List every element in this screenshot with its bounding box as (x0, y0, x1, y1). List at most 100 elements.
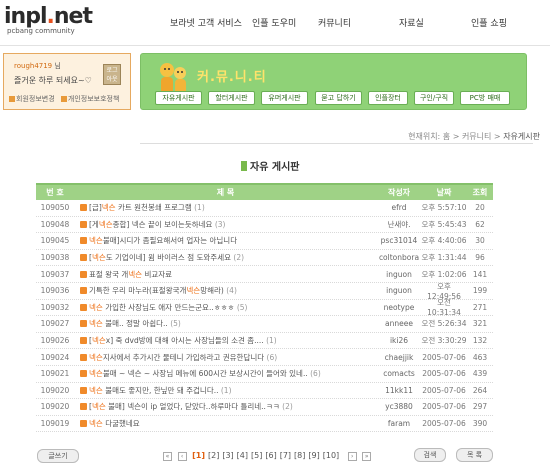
post-title-prefix: [급] (89, 203, 102, 213)
breadcrumb-prefix: 현재위치: (408, 132, 441, 141)
post-title[interactable]: [넥슨도 기업이네] 윔 바이러스 점 도와주세요 (2) (74, 252, 377, 263)
post-title[interactable]: 넥슨 가입한 사장님도 애자 만드는군요..ㅎㅎㅎ (5) (74, 302, 377, 313)
post-title[interactable]: 넥슨 불매.. 정말 아쉽다.. (5) (74, 318, 377, 329)
table-row[interactable]: 109050 [급]넥슨 카트 원천봉쇄 프로그램 (1) efrd 오후 5:57:… (36, 200, 493, 217)
post-hits: 96 (475, 253, 485, 263)
prev-page-icon[interactable]: ‹ (177, 452, 187, 461)
page-link[interactable]: [2] (208, 451, 219, 460)
post-tag-icon (80, 270, 87, 278)
table-row[interactable]: 109026 [넥슨x] 죽 dvd방에 대해 아시는 사장님들의 소견 좀...… (36, 333, 493, 350)
post-title[interactable]: 넥슨 불매도 좋지만, 한닢만 돼 주겁니다.. (1) (74, 385, 377, 396)
nav-item-shopping[interactable]: 인플 쇼핑 (471, 16, 507, 29)
subnav-pc-trade[interactable]: PC방 매매 (460, 91, 510, 105)
post-writer[interactable]: inguon (377, 286, 421, 295)
post-title-highlight: 넥슨 (89, 236, 103, 246)
post-title[interactable]: [넥슨x] 죽 dvd방에 대해 아시는 사장님들의 소견 좀.... (1) (74, 335, 377, 346)
post-title[interactable]: 넥슨 다굴했네요 (74, 418, 377, 429)
table-row[interactable]: 109020 [넥슨 불매] 넥슨이 ip 얼었다, 닫았다..하루마다 틀리네.… (36, 399, 493, 416)
post-title[interactable]: [게넥슨종합] 넥슨 끝이 보이는듯하네요 (3) (74, 219, 377, 230)
page-link[interactable]: [8] (294, 451, 305, 460)
subnav-jobs[interactable]: 구인/구직 (414, 91, 454, 105)
post-title-prefix: 기특한 우리 마누라(표절왕국개 (89, 286, 187, 296)
post-writer[interactable]: inguon (377, 270, 421, 279)
title-marker-icon (241, 161, 247, 171)
subnav-humor-board[interactable]: 유머게시판 (261, 91, 308, 105)
post-writer[interactable]: 11kk11 (377, 386, 421, 395)
table-row[interactable]: 109048 [게넥슨종합] 넥슨 끝이 보이는듯하네요 (3) 난새야. 오후 5:… (36, 217, 493, 234)
post-hits: 439 (472, 369, 488, 379)
subnav-free-board[interactable]: 자유게시판 (155, 91, 202, 105)
last-page-icon[interactable]: » (362, 452, 372, 461)
post-writer[interactable]: yc3880 (377, 402, 421, 411)
post-title-highlight: 넥슨 (186, 286, 201, 296)
post-number: 109020 (40, 385, 70, 395)
post-title[interactable]: 표절 왕국 개넥슨 비교자료 (74, 269, 377, 280)
post-title[interactable]: [급]넥슨 카트 원천봉쇄 프로그램 (1) (74, 202, 377, 213)
subnav-market[interactable]: 인플장터 (368, 91, 408, 105)
table-row[interactable]: 109024 넥슨지사에서 추가시간 물테니 가입하라고 권유한답니다 (6) ch… (36, 349, 493, 366)
page-link[interactable]: [4] (237, 451, 248, 460)
post-date: 오후 5:57:10 (421, 203, 467, 213)
table-row[interactable]: 109045 넥슨불매]시디가 좀필요해서여 업자는 아닙니다 psc31014 오… (36, 233, 493, 250)
post-hits: 390 (472, 419, 488, 429)
subnav-qna[interactable]: 묻고 답하기 (315, 91, 362, 105)
breadcrumb: 현재위치: 홈 > 커뮤니티 > 자유게시판 (408, 131, 540, 142)
post-table: 번 호 제 목 작성자 날짜 조회 109050 [급]넥슨 카트 원천봉쇄 프로… (36, 183, 493, 433)
subnav-halter-board[interactable]: 할터게시판 (208, 91, 255, 105)
page-link[interactable]: [7] (280, 451, 291, 460)
post-writer[interactable]: comacts (377, 369, 421, 378)
table-row[interactable]: 109032 넥슨 가입한 사장님도 애자 만드는군요..ㅎㅎㅎ (5) neoty… (36, 298, 493, 317)
post-writer[interactable]: efrd (377, 203, 421, 212)
comment-count: (6) (266, 352, 278, 362)
post-title[interactable]: [넥슨 불매] 넥슨이 ip 얼었다, 닫았다..하루마다 틀리네..ㅋㅋ (2… (74, 401, 377, 412)
post-writer[interactable]: faram (377, 419, 421, 428)
post-date: 오후 4:40:06 (421, 236, 467, 246)
post-writer[interactable]: chaejjik (377, 353, 421, 362)
page-link[interactable]: [6] (265, 451, 276, 460)
nav-item-service[interactable]: 보라넷 고객 서비스 (170, 16, 242, 29)
page-link[interactable]: [9] (308, 451, 319, 460)
page-link[interactable]: [10] (323, 451, 339, 460)
site-logo[interactable]: inpl.net pcbang community (4, 4, 124, 35)
table-row[interactable]: 109021 넥슨불매 ~ 넥슨 ~ 사장님 메뉴에 600시간 보상시간이 들어… (36, 366, 493, 383)
post-title[interactable]: 넥슨지사에서 추가시간 물테니 가입하라고 권유한답니다 (6) (74, 352, 377, 363)
post-writer[interactable]: 난새야. (377, 219, 421, 230)
page-link[interactable]: [1] (192, 451, 205, 460)
page-link[interactable]: [5] (251, 451, 262, 460)
pagination: « ‹ [1] [2] [3] [4] [5] [6] [7] [8] [9] [10] › » (163, 451, 374, 461)
post-writer[interactable]: iki26 (377, 336, 421, 345)
table-row[interactable]: 109019 넥슨 다굴했네요 faram 2005-07-06 390 (36, 416, 493, 433)
post-title-text: 불매 ~ 넥슨 ~ 사장님 메뉴에 600시간 보상시간이 들어와 있네.. (102, 369, 308, 379)
post-title-highlight: 넥슨 (98, 219, 113, 229)
list-button[interactable]: 목 록 (456, 448, 493, 462)
table-row[interactable]: 109038 [넥슨도 기업이네] 윔 바이러스 점 도와주세요 (2) colto… (36, 250, 493, 267)
comment-count: (1) (194, 203, 205, 213)
search-button[interactable]: 검색 (414, 448, 446, 462)
logout-button[interactable]: 로그아웃 (103, 64, 121, 85)
next-page-icon[interactable]: › (347, 452, 357, 461)
member-info-link[interactable]: 회원정보변경 (16, 95, 55, 103)
post-title[interactable]: 넥슨불매]시디가 좀필요해서여 업자는 아닙니다 (74, 235, 377, 246)
post-title[interactable]: 기특한 우리 마누라(표절왕국개넥슨망해라) (4) (74, 285, 377, 296)
nav-item-archive[interactable]: 자료실 (399, 16, 424, 29)
post-date: 오후 1:02:06 (421, 269, 467, 279)
write-button[interactable]: 글쓰기 (37, 449, 79, 463)
post-date: 2005-07-06 (422, 369, 466, 379)
page-link[interactable]: [3] (222, 451, 233, 460)
first-page-icon[interactable]: « (163, 452, 172, 461)
comment-count: (1) (266, 336, 277, 346)
post-hits: 297 (472, 402, 488, 412)
privacy-policy-link[interactable]: 개인정보보호정책 (68, 95, 120, 103)
post-writer[interactable]: psc31014 (377, 236, 421, 245)
breadcrumb-path[interactable]: 홈 > 커뮤니티 > (443, 132, 503, 141)
post-title[interactable]: 넥슨불매 ~ 넥슨 ~ 사장님 메뉴에 600시간 보상시간이 들어와 있네..… (74, 368, 377, 379)
site-header: inpl.net pcbang community 보라넷 고객 서비스 인플 … (0, 0, 550, 46)
post-writer[interactable]: neotype (377, 303, 421, 312)
nav-item-community[interactable]: 커뮤니티 (318, 16, 351, 29)
nav-item-help[interactable]: 인플 도우미 (252, 16, 296, 29)
table-row[interactable]: 109020 넥슨 불매도 좋지만, 한닢만 돼 주겁니다.. (1) 11kk11… (36, 383, 493, 400)
table-row[interactable]: 109027 넥슨 불매.. 정말 아쉽다.. (5) anneee 오전 5:26:… (36, 316, 493, 333)
post-writer[interactable]: coltonbora (377, 253, 421, 262)
post-writer[interactable]: anneee (377, 319, 421, 328)
post-date: 2005-07-06 (422, 419, 466, 429)
